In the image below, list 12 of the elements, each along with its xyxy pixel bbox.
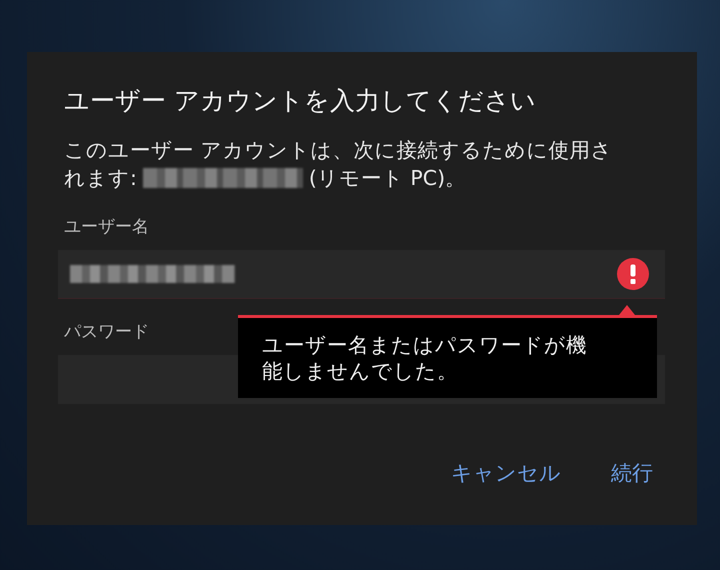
error-icon [617,258,649,290]
description-text: (リモート PC)。 [308,165,466,192]
continue-button[interactable]: 続行 [609,455,655,491]
cancel-button[interactable]: キャンセル [449,455,563,491]
description-text: このユーザー アカウントは、次に接続するために使用さ [64,137,613,164]
input-field[interactable] [58,250,665,299]
tooltip-pointer [619,305,635,315]
dialog-title: ユーザー アカウントを入力してください [64,85,537,117]
field-label: パスワード [64,321,149,343]
description-text: れます: [64,165,137,192]
error-tooltip: ユーザー名またはパスワードが機能しませんでした。 [238,315,657,398]
field-label: ユーザー名 [64,216,149,238]
